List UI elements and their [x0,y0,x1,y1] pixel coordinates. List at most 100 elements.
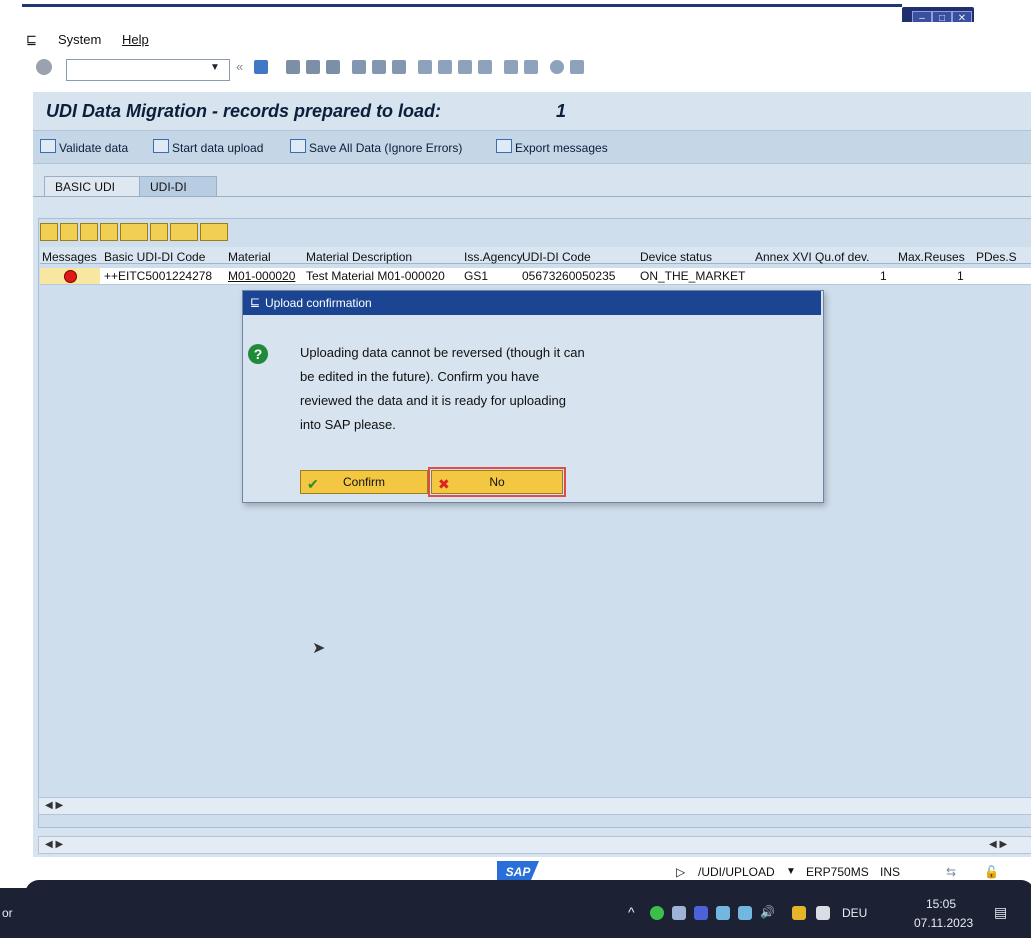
start-upload-button[interactable]: Start data upload [153,139,263,155]
validate-data-button[interactable]: Validate data [40,139,128,155]
col-basic-udi[interactable]: Basic UDI-DI Code [104,250,205,264]
tray-monitor-icon[interactable] [716,906,730,920]
find-next-icon[interactable] [392,60,406,74]
menu-system-label: System [58,32,102,47]
grid-export-icon[interactable] [170,223,198,241]
save-disk-icon [153,139,169,153]
export-messages-button[interactable]: Export messages [496,139,608,155]
clock-date[interactable]: 07.11.2023 [914,916,973,930]
confirm-button[interactable]: ✔ Confirm [300,470,428,494]
scroll-right-icon[interactable]: ◀ ▶ [989,839,1007,850]
cell-description: Test Material M01-000020 [306,269,445,283]
question-icon: ? [248,344,268,364]
back-history-icon[interactable]: « [236,59,243,74]
enter-icon[interactable] [36,59,52,75]
clock-time[interactable]: 15:05 [926,897,956,911]
col-qty[interactable]: Qu.of dev. [815,250,869,264]
transaction-code[interactable]: /UDI/UPLOAD [698,865,775,879]
taskbar-left-text: or [2,906,13,920]
grid-find-icon[interactable] [80,223,98,241]
insert-mode: INS [880,865,901,879]
system-id: ERP750MS [806,865,869,879]
dialog-line-1: Uploading data cannot be reversed (thoug… [300,345,585,360]
help-icon[interactable] [550,60,564,74]
print-icon[interactable] [352,60,366,74]
layout-icon[interactable] [570,60,584,74]
exit-icon[interactable] [306,60,320,74]
scroll-left-icon[interactable]: ◀ ▶ [45,839,63,850]
dialog-line-2: be edited in the future). Confirm you ha… [300,369,540,384]
tray-status-icon[interactable] [650,906,664,920]
screen-horizontal-scrollbar[interactable]: ◀ ▶ ◀ ▶ [38,836,1031,854]
confirm-label: Confirm [342,475,385,489]
grid-print-icon[interactable] [150,223,168,241]
grid-find-next-icon[interactable] [100,223,118,241]
col-agency[interactable]: Iss.Agency [464,250,523,264]
tray-chevron-icon[interactable]: ^ [628,904,635,920]
dialog-message: Uploading data cannot be reversed (thoug… [300,341,640,437]
layout-toggle-icon[interactable]: ⇆ [946,865,956,879]
dialog-line-4: into SAP please. [300,417,396,432]
menu-system[interactable]: System [58,32,101,47]
tray-window-icon[interactable] [816,906,830,920]
first-page-icon[interactable] [418,60,432,74]
tray-volume-icon[interactable]: 🔊 [760,905,775,919]
tab-divider [33,196,1031,197]
col-description[interactable]: Material Description [306,250,412,264]
tab-basic-udi[interactable]: BASIC UDI [44,176,140,197]
tab-udi-di-label: UDI-DI [150,180,187,194]
tray-teams-icon[interactable] [694,906,708,920]
previous-page-icon[interactable] [438,60,452,74]
tray-network-icon[interactable] [672,906,686,920]
col-reuses[interactable]: Max.Reuses [898,250,965,264]
menu-help[interactable]: Help [122,32,149,47]
save-all-button[interactable]: Save All Data (Ignore Errors) [290,139,462,155]
save-disk-icon [290,139,306,153]
notification-icon[interactable]: ▤ [994,904,1007,921]
taskbar [0,888,1031,938]
validate-data-label: Validate data [59,141,129,155]
dialog-line-3: reviewed the data and it is ready for up… [300,393,566,408]
tab-basic-udi-label: BASIC UDI [55,180,116,194]
sort-icon[interactable] [60,223,78,241]
tray-database-icon[interactable] [792,906,806,920]
command-field[interactable] [66,59,230,81]
transaction-dropdown-icon[interactable]: ▼ [786,866,796,877]
command-dropdown-icon[interactable]: ▼ [210,62,220,73]
scroll-left-icon[interactable]: ◀ ▶ [45,800,63,811]
tab-udi-di[interactable]: UDI-DI [139,176,217,197]
tray-display-icon[interactable] [738,906,752,920]
filter-icon[interactable] [120,223,148,241]
last-page-icon[interactable] [478,60,492,74]
cancel-icon[interactable] [326,60,340,74]
grid-horizontal-scrollbar[interactable]: ◀ ▶ [38,797,1031,815]
error-light-icon [64,270,77,283]
col-messages[interactable]: Messages [42,250,97,264]
col-pdes[interactable]: PDes.S [976,250,1017,264]
mouse-cursor-icon: ➤ [312,640,326,657]
export-messages-label: Export messages [515,141,608,155]
col-udi-di[interactable]: UDI-DI Code [522,250,591,264]
page-title: UDI Data Migration - records prepared to… [46,101,442,121]
save-all-label: Save All Data (Ignore Errors) [309,141,463,155]
details-icon[interactable] [40,223,58,241]
shortcut-icon[interactable] [524,60,538,74]
save-icon[interactable] [254,60,268,74]
language-indicator[interactable]: DEU [842,906,867,920]
no-button[interactable]: ✖ No [428,467,566,497]
cell-udi-di: 05673260050235 [522,269,616,283]
find-icon[interactable] [372,60,386,74]
next-page-icon[interactable] [458,60,472,74]
menu-help-label: Help [122,32,149,47]
col-annex[interactable]: Annex XVI [755,250,812,264]
layout-select-icon[interactable] [200,223,228,241]
new-session-icon[interactable] [504,60,518,74]
menu-icon[interactable]: ⊑ [26,32,37,48]
col-status[interactable]: Device status [640,250,712,264]
start-upload-label: Start data upload [172,141,264,155]
col-material[interactable]: Material [228,250,271,264]
back-icon[interactable] [286,60,300,74]
lock-icon: 🔓 [984,865,999,879]
cell-material-link[interactable]: M01-000020 [228,269,295,283]
status-expand-icon[interactable]: ▷ [676,865,685,879]
